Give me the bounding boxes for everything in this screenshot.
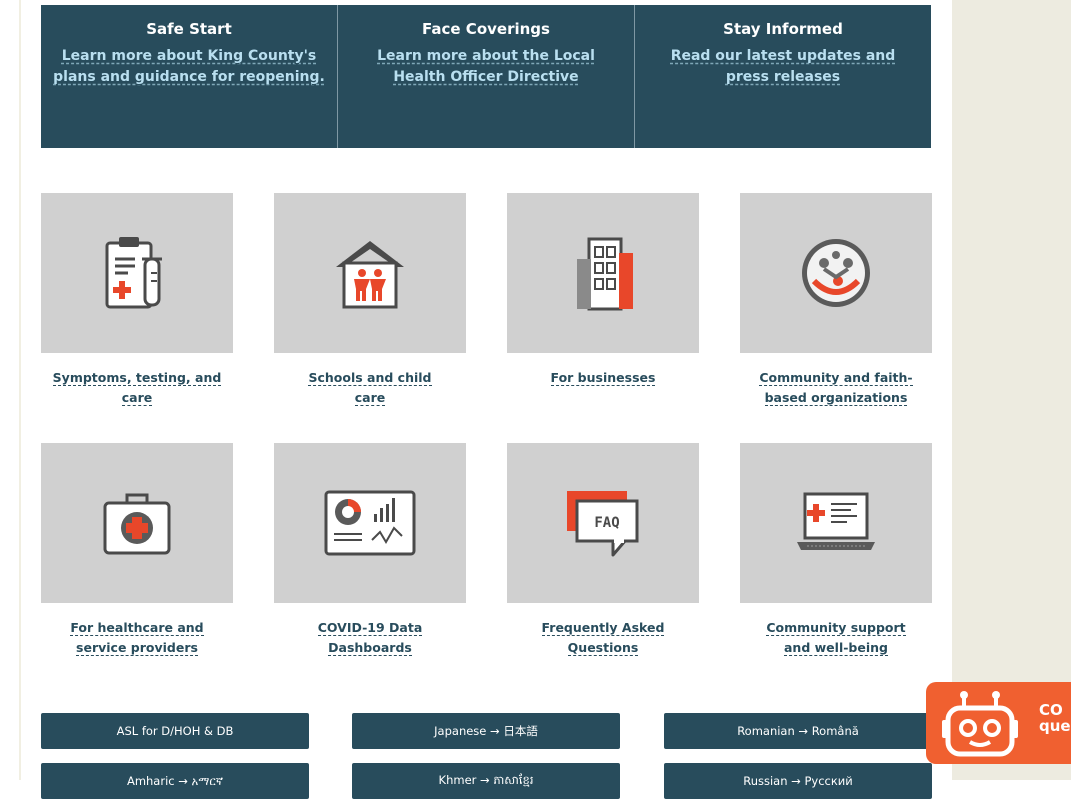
tile-image[interactable]: [740, 443, 932, 603]
language-button-amharic[interactable]: Amharic → አማርኛ: [41, 763, 309, 799]
robot-icon: [942, 691, 1018, 757]
banner-safe-start: Safe Start Learn more about King County'…: [41, 5, 337, 148]
tile-image[interactable]: [41, 443, 233, 603]
tile-image[interactable]: [41, 193, 233, 353]
chatbot-widget[interactable]: CO que: [926, 682, 1071, 764]
chatbot-label: CO que: [1039, 702, 1071, 734]
laptop-icon: [797, 492, 875, 550]
clipboard-icon: [105, 237, 162, 309]
banner-title: Face Coverings: [422, 20, 550, 38]
school-icon: [336, 241, 404, 309]
language-button-asl[interactable]: ASL for D/HOH & DB: [41, 713, 309, 749]
language-button-romanian[interactable]: Romanian → Română: [664, 713, 932, 749]
tile-label[interactable]: Community and faith-based organizations: [746, 368, 926, 408]
tile-schools-child-care[interactable]: Schools and child care: [274, 193, 466, 408]
banner-title: Stay Informed: [723, 20, 843, 38]
tile-faq[interactable]: FAQ Frequently Asked Questions: [507, 443, 699, 658]
banner-link[interactable]: Read our latest updates and press releas…: [658, 46, 908, 88]
tile-data-dashboards[interactable]: COVID-19 Data Dashboards: [274, 443, 466, 658]
banner-link[interactable]: Learn more about the Local Health Office…: [361, 46, 611, 88]
language-button-japanese[interactable]: Japanese → 日本語: [352, 713, 620, 749]
dashboard-icon: [324, 490, 416, 556]
tile-image[interactable]: [507, 193, 699, 353]
tile-label[interactable]: Frequently Asked Questions: [533, 618, 673, 658]
faq-icon: FAQ: [567, 491, 639, 557]
tile-image[interactable]: [740, 193, 932, 353]
medical-kit-icon: [103, 493, 171, 555]
tile-label[interactable]: COVID-19 Data Dashboards: [300, 618, 440, 658]
tile-community-support[interactable]: Community support and well-being: [740, 443, 932, 658]
tile-symptoms-testing-care[interactable]: Symptoms, testing, and care: [41, 193, 233, 408]
tile-label[interactable]: For businesses: [513, 368, 693, 388]
banner-stay-informed: Stay Informed Read our latest updates an…: [634, 5, 931, 148]
chatbot-label-line2: que: [1039, 717, 1071, 735]
tile-image[interactable]: [274, 193, 466, 353]
building-icon: [577, 237, 633, 311]
left-border: [19, 0, 21, 780]
banner-title: Safe Start: [146, 20, 232, 38]
tile-community-faith[interactable]: Community and faith-based organizations: [740, 193, 932, 408]
tile-image[interactable]: [274, 443, 466, 603]
banner-link[interactable]: Learn more about King County's plans and…: [52, 46, 327, 88]
tile-label[interactable]: Community support and well-being: [756, 618, 916, 658]
tile-label[interactable]: Symptoms, testing, and care: [47, 368, 227, 408]
banner-face-coverings: Face Coverings Learn more about the Loca…: [337, 5, 634, 148]
tile-image[interactable]: FAQ: [507, 443, 699, 603]
right-sidebar: [952, 0, 1071, 780]
tile-label[interactable]: Schools and child care: [300, 368, 440, 408]
faq-icon-text: FAQ: [594, 515, 619, 531]
language-button-khmer[interactable]: Khmer → ភាសាខ្មែរ: [352, 763, 620, 799]
chatbot-label-line1: CO: [1039, 701, 1063, 719]
language-button-russian[interactable]: Russian → Русский: [664, 763, 932, 799]
tile-healthcare-providers[interactable]: For healthcare and service providers: [41, 443, 233, 658]
info-banner: Safe Start Learn more about King County'…: [41, 5, 931, 148]
tile-label[interactable]: For healthcare and service providers: [57, 618, 217, 658]
community-icon: [802, 239, 870, 307]
tile-for-businesses[interactable]: For businesses: [507, 193, 699, 388]
